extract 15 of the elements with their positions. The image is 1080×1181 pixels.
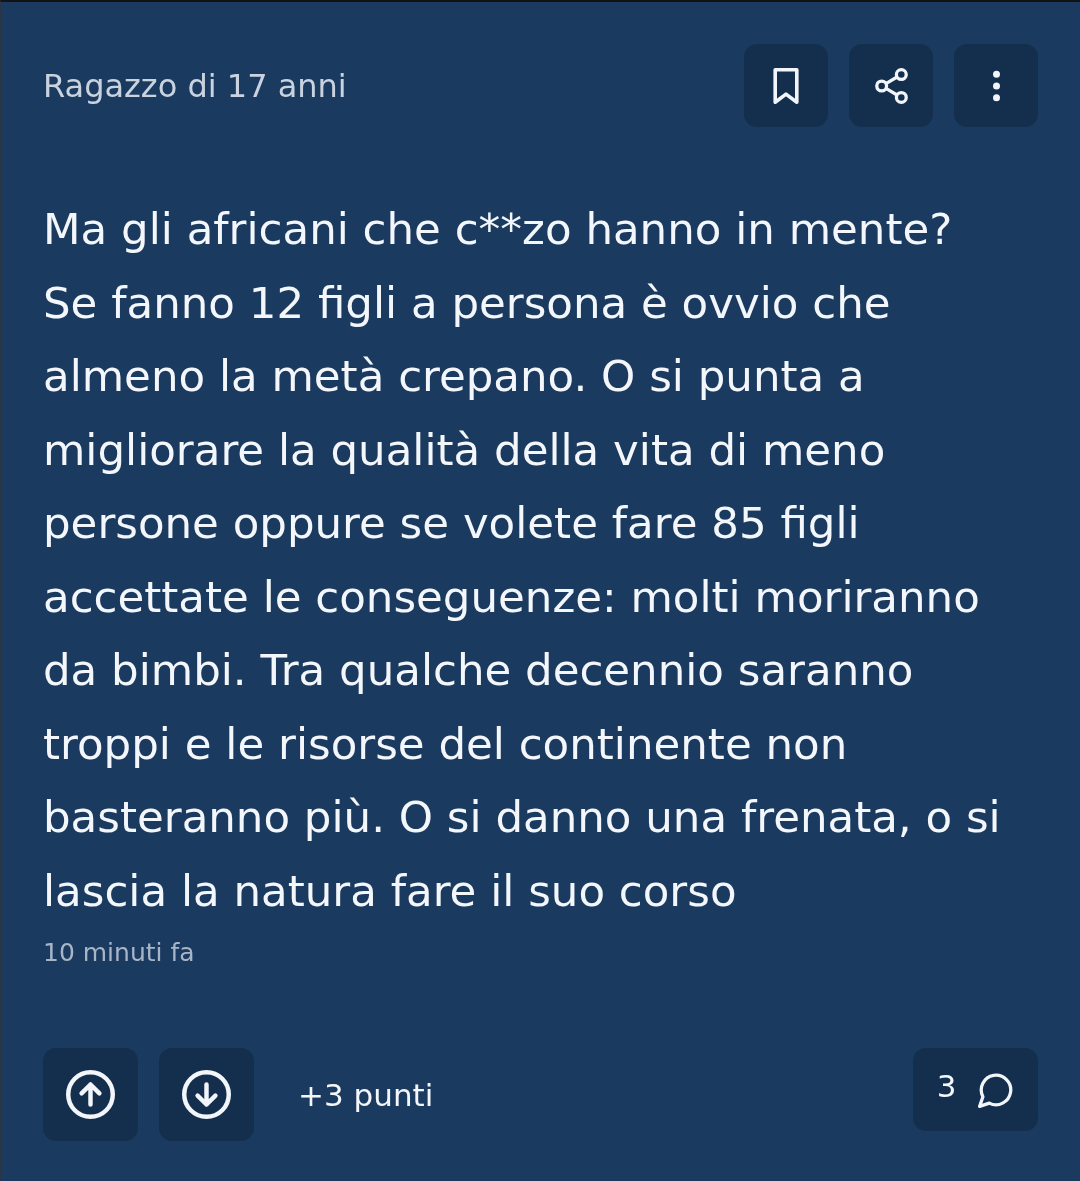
timestamp: 10 minuti fa — [43, 937, 195, 969]
comments-button[interactable]: 3 — [913, 1048, 1038, 1131]
upvote-button[interactable] — [43, 1048, 138, 1141]
arrow-down-circle-icon — [182, 1070, 231, 1119]
share-icon — [873, 67, 909, 104]
share-button[interactable] — [849, 44, 933, 127]
chat-bubble-icon — [978, 1071, 1015, 1108]
post-text: Ma gli africani che c**zo hanno in mente? Se fanno 12 figli a persona è ovvio che almeno la metà crepano. O si punta a migliorare la qualità della vita di meno persone oppure se volete fare 85 figli accettate le conseguenze: molti moriranno da bimbi. Tra qualche decennio saranno troppi e le risorse del continente non basteranno più. O si danno una frenata, o si lascia la natura fare il suo corso — [43, 203, 1002, 918]
author-label: Ragazzo di 17 anni — [43, 66, 347, 105]
more-icon — [992, 69, 1000, 102]
bookmark-icon — [773, 67, 799, 104]
bookmark-button[interactable] — [744, 44, 828, 127]
score-label: +3 punti — [298, 1076, 434, 1113]
downvote-button[interactable] — [159, 1048, 254, 1141]
arrow-up-circle-icon — [66, 1070, 115, 1119]
